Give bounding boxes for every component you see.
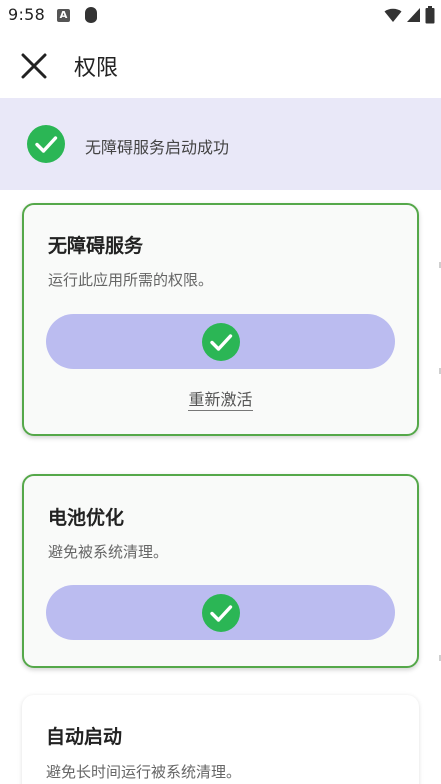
card-battery-optimization: 电池优化 避免被系统清理。 xyxy=(22,474,419,668)
reactivate-link[interactable]: 重新激活 xyxy=(24,386,417,411)
card-accessibility-service: 无障碍服务 运行此应用所需的权限。 重新激活 xyxy=(22,203,419,436)
wifi-icon xyxy=(384,8,402,22)
app-bar: 权限 xyxy=(0,32,441,98)
close-button[interactable] xyxy=(16,48,52,84)
close-icon xyxy=(21,53,47,79)
card-auto-start[interactable]: 自动启动 避免长时间运行被系统清理。 xyxy=(22,695,419,784)
page-title: 权限 xyxy=(74,56,119,81)
reactivate-label: 重新激活 xyxy=(188,390,253,411)
success-banner: 无障碍服务启动成功 xyxy=(0,98,441,190)
accessibility-status-button[interactable] xyxy=(46,314,395,369)
banner-message: 无障碍服务启动成功 xyxy=(85,138,230,157)
card-title: 无障碍服务 xyxy=(48,235,144,257)
status-icons xyxy=(384,6,435,24)
status-time: 9:58 xyxy=(8,5,46,24)
card-description: 避免被系统清理。 xyxy=(48,543,169,561)
signal-icon xyxy=(407,8,420,22)
card-title: 电池优化 xyxy=(48,507,125,529)
card-description: 避免长时间运行被系统清理。 xyxy=(46,763,242,781)
card-title: 自动启动 xyxy=(46,726,123,748)
shield-icon xyxy=(85,7,97,23)
card-description: 运行此应用所需的权限。 xyxy=(48,271,214,289)
check-circle-icon xyxy=(201,593,240,632)
a-notification-icon: A xyxy=(57,9,70,22)
battery-status-button[interactable] xyxy=(46,585,395,640)
battery-icon xyxy=(425,6,435,24)
check-circle-icon xyxy=(27,125,65,163)
permissions-screen: 9:58 A 权限 无障碍服务启动成功 无障碍服务 运行此应用所需的权限。 重新… xyxy=(0,0,441,784)
check-circle-icon xyxy=(201,322,240,361)
status-bar: 9:58 A xyxy=(0,0,441,32)
